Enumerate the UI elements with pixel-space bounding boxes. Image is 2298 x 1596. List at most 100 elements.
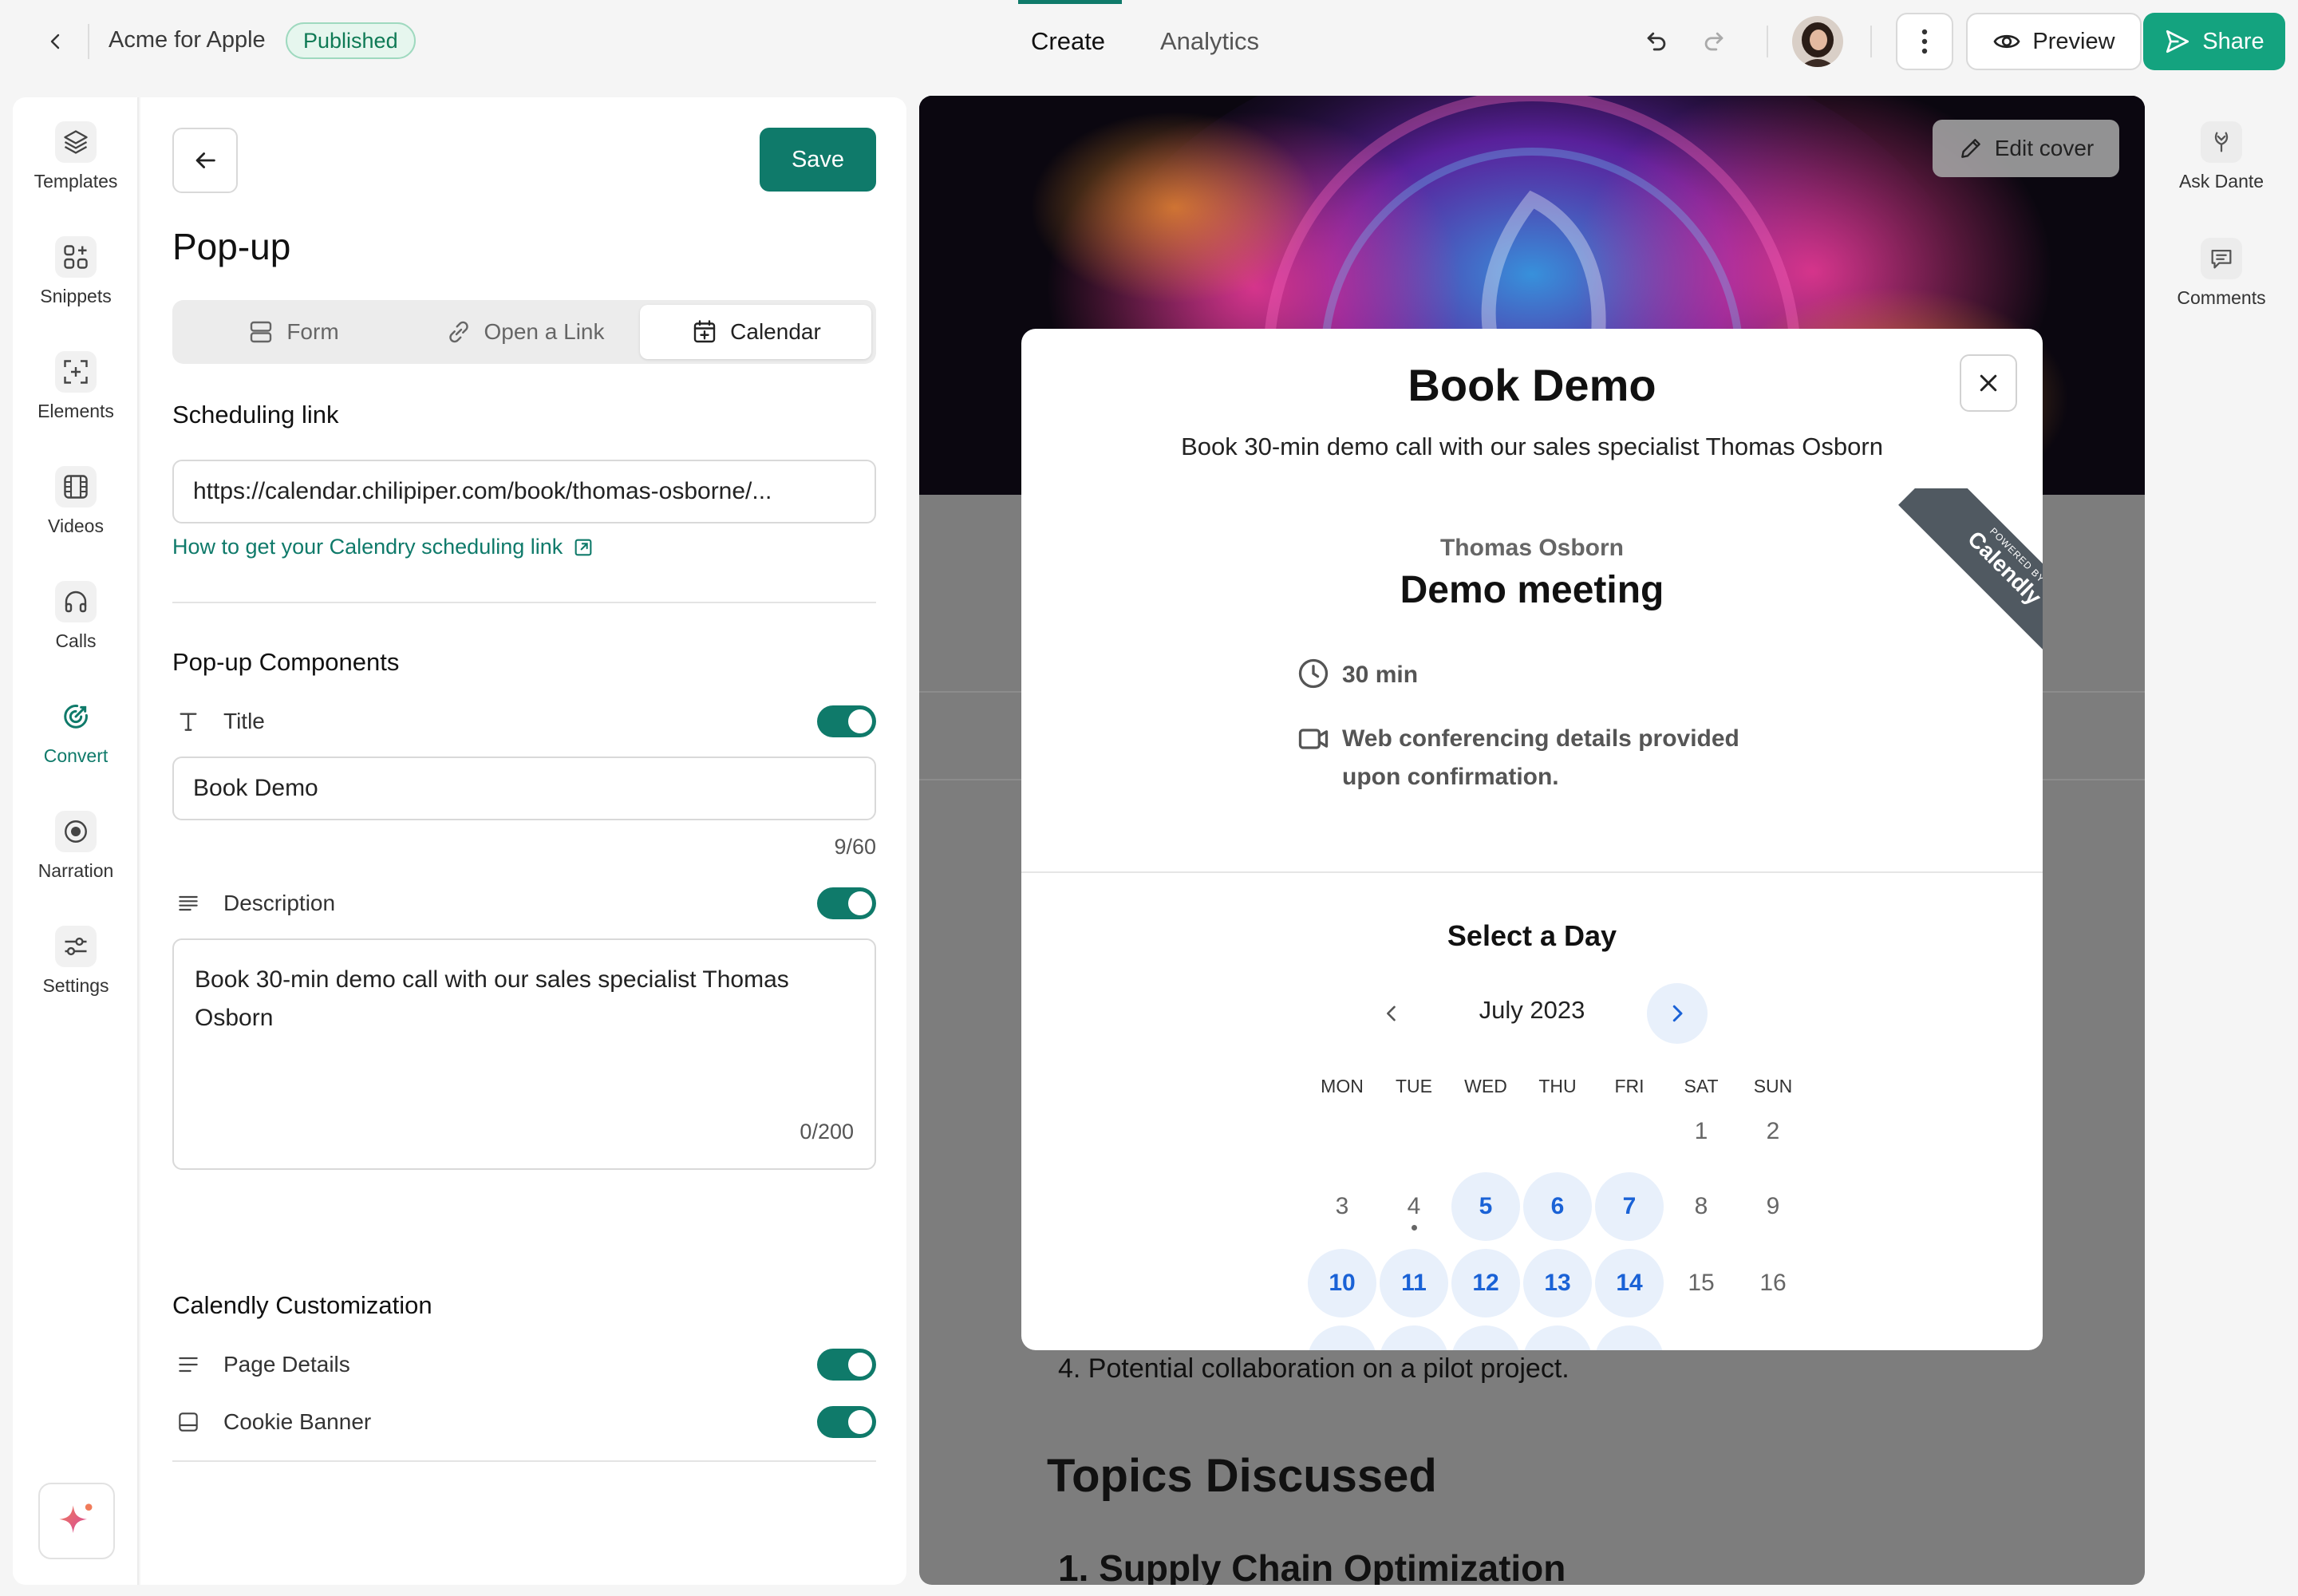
title-component-row: Title (172, 704, 876, 739)
doc-list-item: 4. Potential collaboration on a pilot pr… (1058, 1353, 1570, 1384)
rail-item-narration[interactable]: Narration (13, 811, 139, 882)
doc-subheading: 1. Supply Chain Optimization (1058, 1547, 1566, 1585)
layers-icon (55, 121, 97, 163)
calendar-day[interactable] (1451, 1325, 1520, 1350)
rail-item-convert[interactable]: Convert (13, 696, 139, 767)
popup-description: Book 30-min demo call with our sales spe… (1181, 433, 1883, 460)
segment-form[interactable]: Form (177, 305, 409, 359)
segment-open-link[interactable]: Open a Link (409, 305, 640, 359)
page-details-toggle[interactable] (817, 1349, 876, 1381)
ask-dante-label: Ask Dante (2178, 171, 2264, 192)
calendar-day[interactable] (1308, 1325, 1376, 1350)
save-button[interactable]: Save (760, 128, 876, 192)
calendly-help-link[interactable]: How to get your Calendry scheduling link (172, 535, 594, 559)
cookie-banner-label: Cookie Banner (223, 1409, 372, 1434)
chevron-right-icon (1672, 1005, 1683, 1022)
segment-calendar[interactable]: Calendar (640, 305, 871, 359)
more-vertical-icon (1921, 29, 1928, 54)
scheduling-link-input[interactable]: https://calendar.chilipiper.com/book/tho… (172, 460, 876, 523)
cookie-banner-toggle[interactable] (817, 1406, 876, 1438)
tab-analytics[interactable]: Analytics (1160, 27, 1259, 56)
weekday-sun: SUN (1753, 1076, 1793, 1096)
title-input[interactable]: Book Demo (172, 757, 876, 820)
rail-item-snippets[interactable]: Snippets (13, 236, 139, 307)
share-button[interactable]: Share (2143, 13, 2285, 70)
description-textarea[interactable]: Book 30-min demo call with our sales spe… (172, 938, 876, 1170)
next-month-button[interactable] (1647, 983, 1708, 1044)
send-icon (2166, 30, 2189, 53)
comment-icon (2201, 238, 2242, 279)
calendar-day-7[interactable]: 7 (1595, 1172, 1664, 1241)
calendar-day[interactable] (1523, 1325, 1592, 1350)
sparkle-icon (59, 1503, 93, 1534)
weekday-wed: WED (1464, 1076, 1507, 1096)
panel-back-button[interactable] (172, 128, 238, 193)
description-char-counter: 0/200 (800, 1120, 854, 1144)
divider (1021, 871, 2043, 873)
calendar-day-4: 4 (1380, 1172, 1448, 1241)
weekday-thu: THU (1538, 1076, 1577, 1096)
month-label: July 2023 (1479, 996, 1585, 1024)
comments-button[interactable]: Comments (2164, 238, 2279, 309)
conferencing-detail: Web conferencing details provided upon c… (1296, 720, 1775, 796)
preview-button[interactable]: Preview (1966, 13, 2142, 70)
calendar-day-10[interactable]: 10 (1308, 1249, 1376, 1317)
description-toggle[interactable] (817, 887, 876, 919)
popup-settings-panel: Save Pop-up Form Open a Link Calendar Sc… (140, 97, 906, 1585)
snippets-icon (55, 236, 97, 278)
active-tab-indicator (1018, 0, 1122, 4)
calendar-day-3: 3 (1335, 1193, 1349, 1219)
calendly-customization-heading: Calendly Customization (172, 1291, 432, 1319)
calendar-day-13[interactable]: 13 (1523, 1249, 1592, 1317)
ask-dante-button[interactable]: Ask Dante (2164, 121, 2279, 192)
dante-icon (2201, 121, 2242, 163)
divider (172, 1460, 876, 1462)
edit-cover-button[interactable]: Edit cover (1933, 120, 2119, 177)
more-options-button[interactable] (1896, 13, 1953, 70)
rail-item-templates[interactable]: Templates (13, 121, 139, 192)
rail-label: Snippets (40, 286, 112, 306)
avatar[interactable] (1792, 16, 1843, 67)
eye-icon (1993, 34, 2020, 49)
popup-title: Book Demo (1408, 360, 1656, 410)
left-rail: Templates Snippets Elements Videos Calls… (13, 97, 139, 1585)
calendar-day-2: 2 (1766, 1118, 1780, 1144)
redo-icon[interactable] (1693, 21, 1735, 62)
divider (88, 24, 89, 59)
align-left-icon (172, 887, 204, 919)
rail-item-settings[interactable]: Settings (13, 926, 139, 997)
rail-item-elements[interactable]: Elements (13, 351, 139, 422)
ai-assistant-button[interactable] (38, 1483, 115, 1559)
back-icon[interactable] (38, 24, 73, 59)
calendar-day-11[interactable]: 11 (1380, 1249, 1448, 1317)
calendar-plus-icon (693, 320, 716, 343)
calendar-day-14[interactable]: 14 (1595, 1249, 1664, 1317)
calendar-day[interactable] (1595, 1325, 1664, 1350)
conferencing-text: Web conferencing details provided upon c… (1342, 725, 1739, 790)
rail-item-videos[interactable]: Videos (13, 466, 139, 537)
pencil-icon (1960, 139, 1980, 158)
status-badge: Published (286, 22, 416, 59)
calendar-day-16: 16 (1759, 1270, 1787, 1296)
calendar-day[interactable] (1380, 1325, 1448, 1350)
undo-icon[interactable] (1636, 21, 1677, 62)
calendar-day-12[interactable]: 12 (1451, 1249, 1520, 1317)
rail-item-calls[interactable]: Calls (13, 581, 139, 652)
divider (1767, 26, 1768, 57)
comments-label: Comments (2177, 287, 2266, 308)
calendar-day-5[interactable]: 5 (1451, 1172, 1520, 1241)
weekday-fri: FRI (1614, 1076, 1645, 1096)
title-toggle[interactable] (817, 705, 876, 737)
share-label: Share (2202, 28, 2264, 54)
month-navigator: July 2023 (1021, 983, 2043, 1044)
popup-type-selector: Form Open a Link Calendar (172, 300, 876, 364)
previous-month-button[interactable] (1369, 991, 1414, 1036)
duration-detail: 30 min (1296, 656, 1418, 694)
document-title[interactable]: Acme for Apple (109, 27, 266, 53)
panel-title: Pop-up (172, 226, 291, 267)
tab-create[interactable]: Create (1031, 27, 1105, 56)
calendar-day-6[interactable]: 6 (1523, 1172, 1592, 1241)
description-label: Description (223, 891, 336, 915)
external-link-icon (574, 539, 592, 555)
duration-text: 30 min (1342, 662, 1419, 688)
